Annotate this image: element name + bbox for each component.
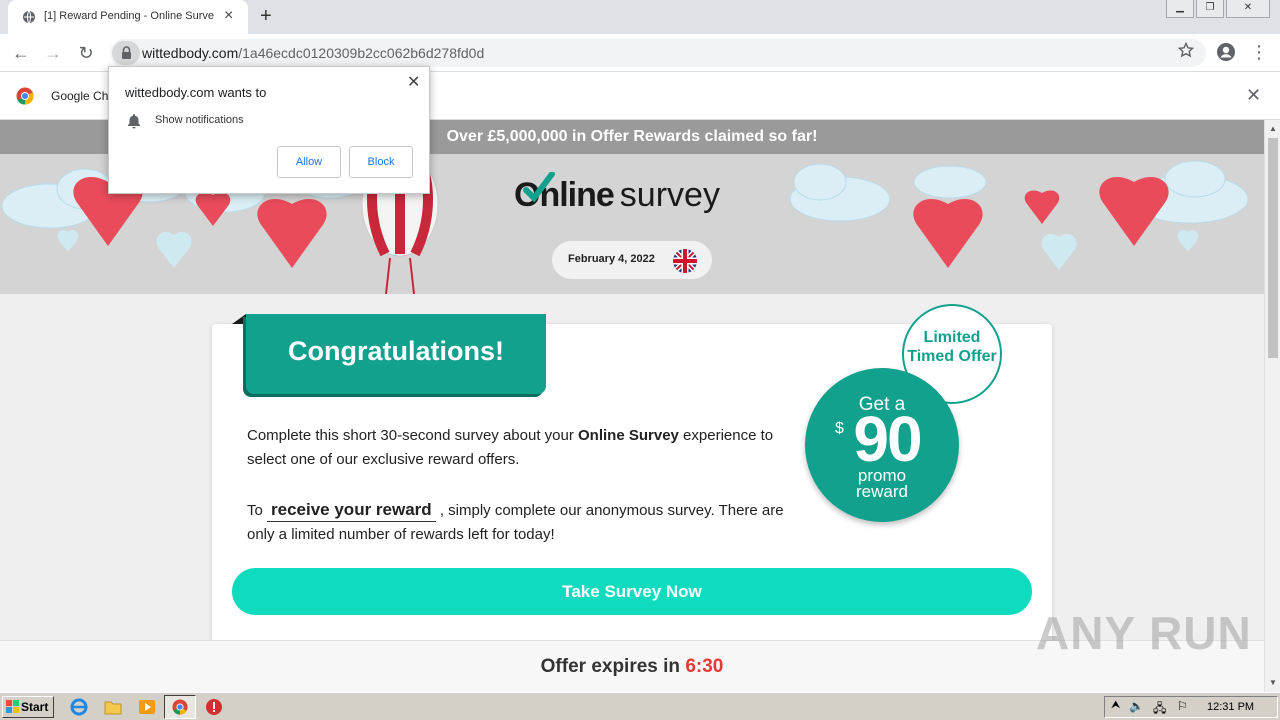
stop-sign-icon[interactable] bbox=[205, 698, 223, 716]
popup-permission-item: Show notifications bbox=[155, 114, 244, 126]
action-center-flag-icon[interactable]: ⚐ bbox=[1177, 699, 1188, 713]
start-button[interactable]: Start bbox=[2, 696, 54, 718]
reward-paragraph: To receive your reward , simply complete… bbox=[247, 500, 784, 543]
popup-title: wittedbody.com wants to bbox=[125, 85, 267, 100]
system-tray: ⮝ 🔈 🖧 ⚐ 12:31 PM bbox=[1104, 696, 1278, 718]
take-survey-button[interactable]: Take Survey Now bbox=[232, 568, 1032, 615]
back-icon[interactable]: ← bbox=[10, 42, 32, 64]
chrome-logo-icon bbox=[16, 87, 34, 105]
windows-flag-icon bbox=[6, 700, 19, 713]
window-controls: ▁ ❐ ✕ bbox=[1166, 0, 1270, 18]
date-text: February 4, 2022 bbox=[568, 253, 655, 265]
network-icon[interactable]: 🖧 bbox=[1153, 699, 1166, 720]
address-bar[interactable]: wittedbody.com/1a46ecdc0120309b2cc062b6d… bbox=[110, 39, 1206, 67]
minimize-icon[interactable]: ▁ bbox=[1166, 0, 1194, 18]
scroll-up-icon[interactable]: ▲ bbox=[1265, 122, 1280, 136]
congratulations-ribbon: Congratulations! bbox=[246, 314, 546, 394]
tray-expand-icon[interactable]: ⮝ bbox=[1111, 699, 1120, 712]
intro-paragraph: Complete this short 30-second survey abo… bbox=[247, 427, 774, 468]
popup-close-icon[interactable]: ✕ bbox=[407, 75, 420, 91]
url-text: wittedbody.com/1a46ecdc0120309b2cc062b6d… bbox=[142, 45, 485, 61]
ribbon-fold bbox=[232, 314, 246, 324]
allow-button[interactable]: Allow bbox=[277, 146, 341, 178]
profile-icon[interactable] bbox=[1216, 42, 1236, 62]
ribbon-title: Congratulations! bbox=[288, 336, 504, 366]
new-tab-icon[interactable]: + bbox=[260, 6, 272, 26]
countdown-timer: 6:30 bbox=[685, 656, 724, 677]
menu-icon[interactable]: ⋮ bbox=[1250, 41, 1268, 63]
chrome-taskbar-button[interactable] bbox=[164, 695, 196, 719]
volume-icon[interactable]: 🔈 bbox=[1129, 699, 1144, 713]
windows-taskbar: Start ⮝ 🔈 🖧 ⚐ 12:31 PM bbox=[0, 692, 1280, 720]
globe-icon bbox=[23, 10, 35, 24]
tab-strip: [1] Reward Pending - Online Survey × + ▁… bbox=[0, 0, 1280, 34]
uk-flag-icon bbox=[673, 249, 697, 273]
site-logo: Online survey bbox=[514, 172, 720, 226]
date-pill: February 4, 2022 bbox=[552, 241, 712, 279]
clock[interactable]: 12:31 PM bbox=[1207, 701, 1254, 713]
notification-permission-popup: wittedbody.com wants to ✕ Show notificat… bbox=[108, 66, 430, 194]
promo-reward-badge: Get a $ 90 promo reward bbox=[805, 368, 959, 522]
folder-icon[interactable] bbox=[104, 698, 122, 716]
reload-icon[interactable]: ↻ bbox=[75, 42, 97, 64]
infobar-text: Google Ch bbox=[51, 89, 109, 103]
watermark: ANY RUN bbox=[1036, 607, 1252, 659]
forward-icon[interactable]: → bbox=[42, 42, 64, 64]
tab-title: [1] Reward Pending - Online Survey bbox=[44, 10, 214, 22]
block-button[interactable]: Block bbox=[349, 146, 413, 178]
page-viewport: Over £5,000,000 in Offer Rewards claimed… bbox=[0, 120, 1264, 640]
page-scrollbar[interactable]: ▲ ▼ bbox=[1264, 120, 1280, 692]
tab-active[interactable]: [1] Reward Pending - Online Survey × bbox=[8, 0, 248, 34]
window-close-icon[interactable]: ✕ bbox=[1226, 0, 1270, 18]
lock-icon[interactable] bbox=[112, 41, 140, 65]
bell-icon bbox=[128, 114, 140, 129]
scroll-thumb[interactable] bbox=[1268, 138, 1278, 358]
bookmark-star-icon[interactable] bbox=[1178, 42, 1194, 58]
reward-highlight: receive your reward bbox=[267, 500, 436, 522]
internet-explorer-icon[interactable] bbox=[70, 698, 88, 716]
reward-amount: 90 bbox=[853, 403, 922, 475]
restore-icon[interactable]: ❐ bbox=[1196, 0, 1224, 18]
infobar-close-icon[interactable]: ✕ bbox=[1246, 86, 1261, 104]
chrome-icon bbox=[172, 699, 188, 715]
checkmark-icon bbox=[523, 172, 555, 202]
scroll-down-icon[interactable]: ▼ bbox=[1265, 676, 1280, 690]
media-player-icon[interactable] bbox=[138, 698, 156, 716]
tab-close-icon[interactable]: × bbox=[224, 8, 233, 24]
